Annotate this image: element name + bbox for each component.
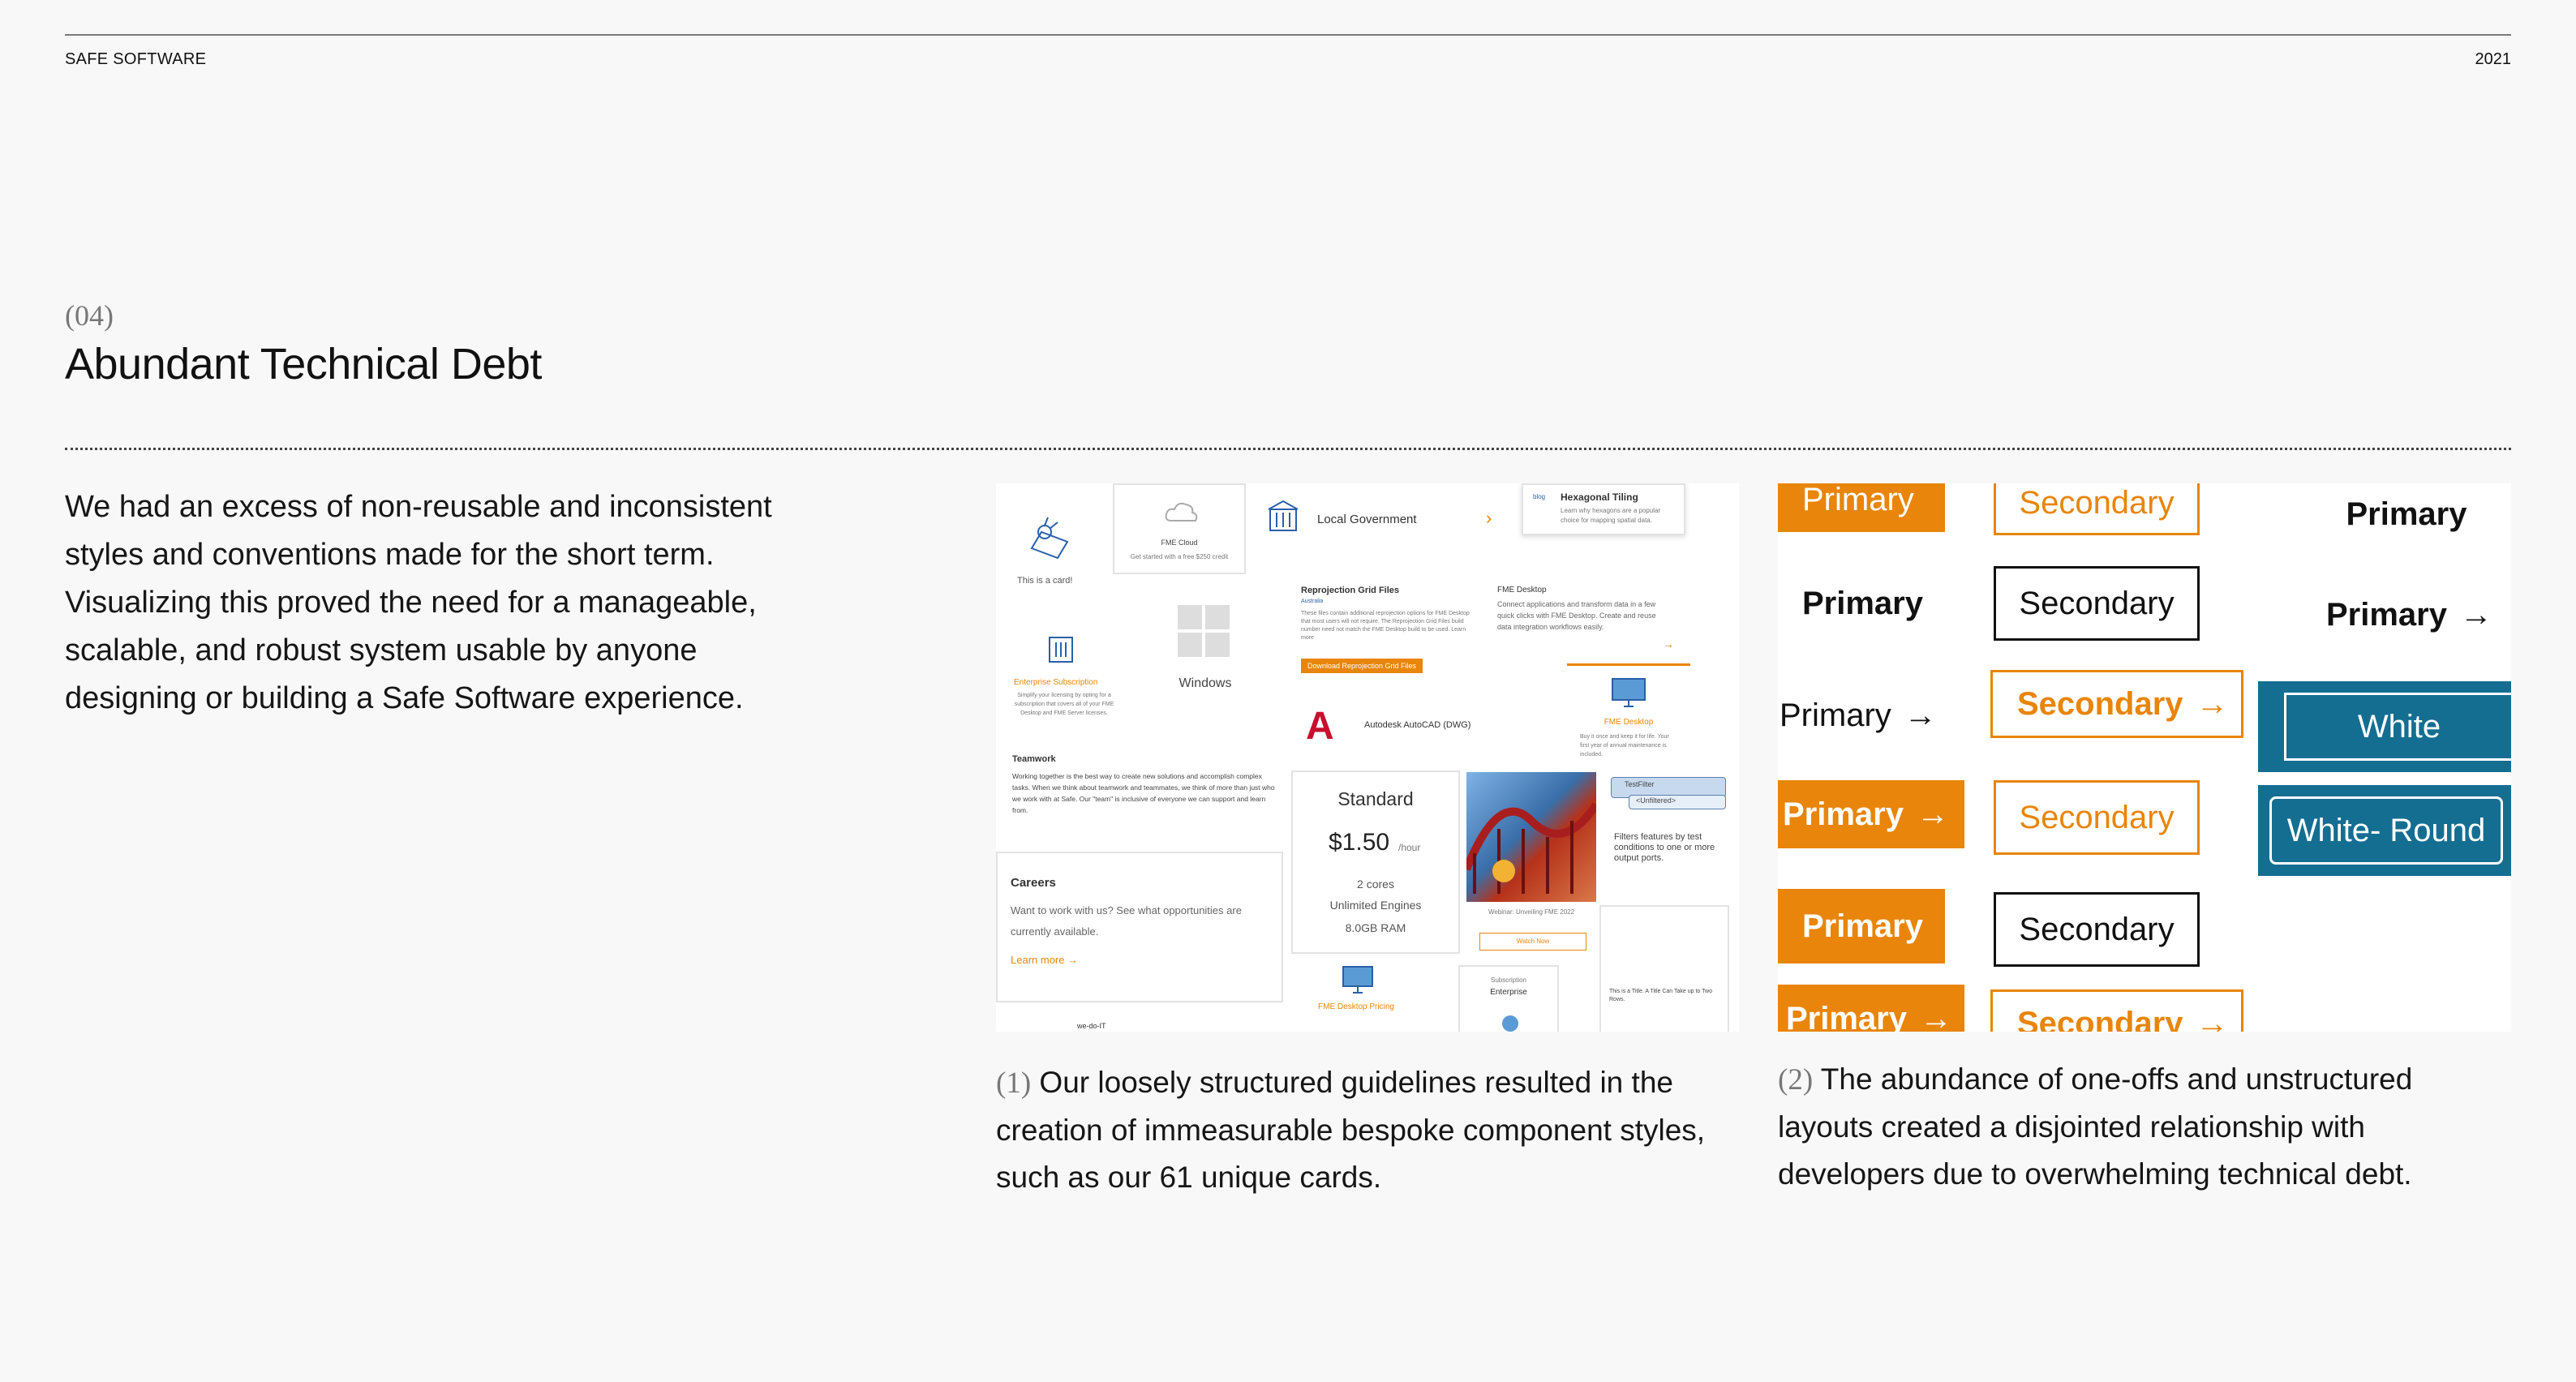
- building-icon: [1268, 500, 1299, 531]
- cards-collage-image: This is a card! FME Cloud Get started wi…: [996, 483, 1739, 1032]
- primary-arrow-text-button: Primary →: [1780, 697, 1937, 733]
- card-autocad: A Autodesk AutoCAD (DWG): [1306, 705, 1471, 748]
- primary-text-button: Primary: [2346, 496, 2467, 532]
- dotted-divider: [65, 448, 2511, 450]
- card-testfilter: TestFilter <Unfiltered> Filters features…: [1603, 769, 1729, 895]
- white-round-button: White- Round: [2258, 785, 2511, 876]
- top-divider: [65, 34, 2511, 36]
- brand-label: SAFE SOFTWARE: [65, 50, 207, 68]
- card-careers: Careers Want to work with us? See what o…: [996, 852, 1283, 1002]
- autocad-logo-icon: A: [1306, 705, 1334, 748]
- caption-1: (1) Our loosely structured guidelines re…: [996, 1066, 1706, 1194]
- card-windows: Windows: [1158, 603, 1252, 693]
- card-simple: This is a card!: [996, 483, 1113, 599]
- secondary-button: Secondary: [1994, 780, 2200, 855]
- globe-icon: [1502, 1015, 1518, 1032]
- secondary-black-button: Secondary: [1994, 892, 2200, 967]
- card-pricing-standard: Standard $1.50 /hour 2 cores Unlimited E…: [1291, 770, 1460, 954]
- arrow-right-icon: →: [1067, 954, 1079, 966]
- white-button: White: [2258, 681, 2511, 772]
- monitor-icon: [1612, 678, 1646, 707]
- card-teamwork: Teamwork Working together is the best wa…: [1004, 753, 1280, 842]
- card-fme-desktop-buy: FME Desktop Buy it once and keep it for …: [1567, 663, 1690, 766]
- primary-text-button: Primary: [1802, 585, 1923, 621]
- card-fme-desktop: FME Desktop Connect applications and tra…: [1489, 574, 1679, 659]
- secondary-button: Secondary: [1994, 483, 2200, 535]
- office-building-icon: [1049, 637, 1073, 663]
- card-reprojection: Reprojection Grid Files Australia These …: [1291, 574, 1486, 681]
- card-fme-cloud: FME Cloud Get started with a free $250 c…: [1113, 483, 1246, 574]
- primary-arrow-button: Primary →: [1778, 780, 1964, 848]
- windows-icon: [1178, 605, 1230, 657]
- secondary-arrow-button: Secondary →: [1990, 989, 2243, 1032]
- secondary-arrow-button: Secondary →: [1990, 670, 2243, 738]
- secondary-black-button: Secondary: [1994, 566, 2200, 641]
- primary-arrow-button: Primary →: [1778, 985, 1964, 1032]
- card-tiny-title: This is a Title. A Title Can Take up to …: [1599, 905, 1729, 1032]
- arrow-right-icon: →: [1663, 637, 1674, 650]
- section-title: Abundant Technical Debt: [65, 340, 542, 388]
- section-body: We had an excess of non-reusable and inc…: [65, 490, 772, 715]
- primary-arrow-text-button: Primary →: [2326, 596, 2492, 633]
- card-blog: blog Hexagonal Tiling Learn why hexagons…: [1522, 483, 1685, 535]
- monitor-icon: [1342, 966, 1373, 994]
- chevron-right-icon: ›: [1486, 508, 1492, 528]
- section-number: (04): [65, 299, 114, 332]
- year-label: 2021: [2475, 50, 2512, 68]
- learn-more-link: Learn more →: [1011, 954, 1079, 966]
- card-subscription-enterprise: Subscription Enterprise: [1458, 965, 1559, 1032]
- card-fme-desktop-pricing: FME Desktop Pricing: [1291, 965, 1421, 1030]
- satellite-icon: [1030, 517, 1069, 560]
- rollercoaster-photo: [1466, 772, 1596, 902]
- card-webinar: Webinar: Unveiling FME 2022 Watch Now: [1466, 902, 1596, 955]
- card-local-government: Local Government ›: [1265, 500, 1501, 535]
- buttons-collage-image: Primary Secondary Primary Primary Second…: [1778, 483, 2511, 1032]
- cloud-icon: [1165, 502, 1198, 521]
- rollercoaster-illustration-icon: [1466, 802, 1596, 894]
- card-enterprise-subscription: Enterprise Subscription Simplify your li…: [996, 618, 1129, 723]
- caption-2: (2) The abundance of one-offs and unstru…: [1778, 1062, 2413, 1191]
- primary-button: Primary: [1778, 889, 1945, 964]
- primary-button: Primary: [1778, 483, 1945, 532]
